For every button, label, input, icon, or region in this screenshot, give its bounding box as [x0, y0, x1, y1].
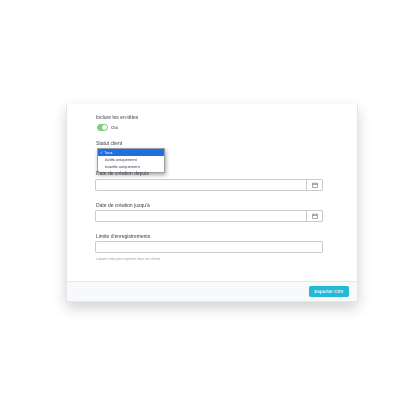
include-headers-toggle-text: Oui	[111, 125, 119, 130]
limit-label: Limite d'enregistrements	[96, 234, 151, 240]
status-dropdown-list[interactable]: ✓Tous Actifs uniquement Inactifs uniquem…	[97, 148, 165, 173]
date-to-calendar-button[interactable]	[306, 211, 322, 221]
limit-help-text: Laisser vide pour exporter tous les clie…	[96, 257, 161, 261]
toggle-knob	[102, 125, 107, 130]
form-footer: Exporter CSV	[67, 281, 357, 301]
export-csv-button[interactable]: Exporter CSV	[309, 286, 349, 297]
date-to-input[interactable]	[95, 210, 323, 222]
include-headers-toggle[interactable]	[97, 124, 108, 131]
export-form-card: Inclure les en-têtes Oui Statut client ✓…	[66, 104, 358, 302]
status-option-label: Inactifs uniquement	[105, 164, 140, 169]
status-option-label: Tous	[104, 150, 113, 155]
date-from-calendar-button[interactable]	[306, 180, 322, 190]
status-option-inactive[interactable]: Inactifs uniquement	[98, 163, 164, 170]
status-option-label: Actifs uniquement	[105, 157, 137, 162]
status-label: Statut client	[96, 141, 123, 147]
date-from-label: Date de création depuis	[96, 171, 149, 177]
include-headers-label: Inclure les en-têtes	[96, 115, 139, 121]
status-option-all[interactable]: ✓Tous	[98, 149, 164, 156]
calendar-icon	[311, 182, 318, 188]
date-from-input[interactable]	[95, 179, 323, 191]
limit-input[interactable]	[95, 241, 323, 253]
calendar-icon	[311, 213, 318, 219]
date-to-label: Date de création jusqu'à	[96, 203, 150, 209]
status-option-active[interactable]: Actifs uniquement	[98, 156, 164, 163]
